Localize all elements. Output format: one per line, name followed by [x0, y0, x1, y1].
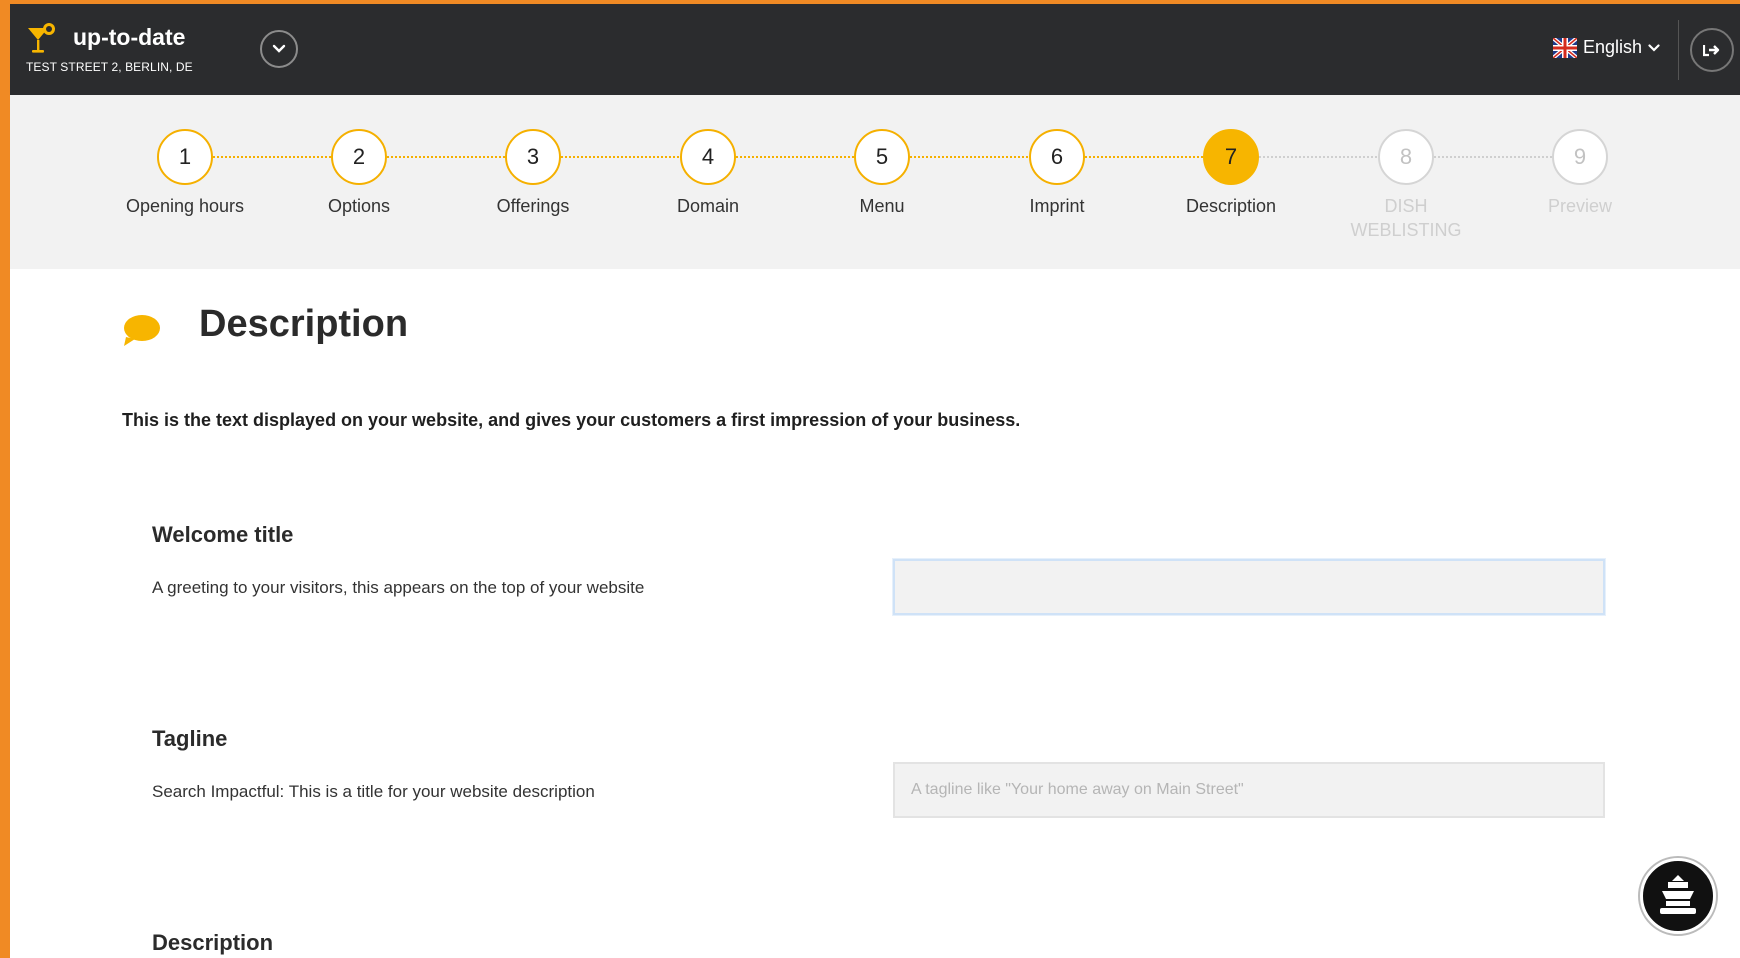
- step-preview: 9 Preview: [1510, 129, 1650, 218]
- page-title: Description: [199, 303, 409, 345]
- support-chat-icon: [1660, 875, 1696, 914]
- tagline-input[interactable]: [893, 762, 1605, 818]
- step-label: Offerings: [496, 196, 570, 216]
- page-intro: This is the text displayed on your websi…: [122, 410, 1021, 430]
- chevron-down-icon: [272, 44, 286, 53]
- step-number: 1: [157, 129, 213, 185]
- step-dish-weblisting: 8 DISH WEBLISTING: [1336, 129, 1476, 242]
- description-heading: Description: [152, 930, 274, 955]
- chevron-down-icon: [1648, 43, 1660, 52]
- business-switcher-button[interactable]: [260, 30, 298, 68]
- uk-flag-icon: [1553, 37, 1577, 58]
- language-selector[interactable]: English: [1553, 37, 1660, 58]
- step-opening-hours[interactable]: 1 Opening hours: [115, 129, 255, 218]
- step-number: 4: [680, 129, 736, 185]
- step-label: DISH WEBLISTING: [1350, 196, 1462, 240]
- tagline-description: Search Impactful: This is a title for yo…: [152, 782, 595, 801]
- step-label: Preview: [1547, 196, 1613, 216]
- speech-bubble-icon: [124, 315, 160, 346]
- step-label: Opening hours: [125, 196, 245, 216]
- step-label: Domain: [676, 196, 740, 216]
- tagline-heading: Tagline: [152, 726, 228, 751]
- business-address: TEST STREET 2, BERLIN, DE: [26, 60, 193, 74]
- step-label: Imprint: [1029, 196, 1085, 216]
- welcome-title-heading: Welcome title: [152, 522, 294, 547]
- step-number: 6: [1029, 129, 1085, 185]
- language-label: English: [1583, 37, 1643, 57]
- step-imprint[interactable]: 6 Imprint: [987, 129, 1127, 218]
- welcome-title-description: A greeting to your visitors, this appear…: [152, 578, 645, 597]
- setup-stepper: 1 Opening hours 2 Options 3 Offerings 4 …: [10, 95, 1740, 269]
- support-chat-button[interactable]: [1640, 858, 1716, 934]
- cocktail-logo-icon[interactable]: [26, 22, 58, 56]
- step-menu[interactable]: 5 Menu: [812, 129, 952, 218]
- step-offerings[interactable]: 3 Offerings: [463, 129, 603, 218]
- logout-button[interactable]: [1690, 28, 1734, 72]
- step-number: 5: [854, 129, 910, 185]
- step-description[interactable]: 7 Description: [1161, 129, 1301, 218]
- step-label: Menu: [859, 196, 905, 216]
- step-domain[interactable]: 4 Domain: [638, 129, 778, 218]
- welcome-title-input[interactable]: [893, 559, 1605, 615]
- step-options[interactable]: 2 Options: [289, 129, 429, 218]
- step-label: Options: [327, 196, 391, 216]
- step-number: 3: [505, 129, 561, 185]
- top-bar: up-to-date TEST STREET 2, BERLIN, DE Eng…: [10, 4, 1740, 95]
- step-number: 9: [1552, 129, 1608, 185]
- step-number: 7: [1203, 129, 1259, 185]
- logout-icon: [1703, 45, 1720, 57]
- step-label: Description: [1185, 196, 1277, 216]
- step-number: 2: [331, 129, 387, 185]
- brand-name: up-to-date: [73, 24, 186, 50]
- step-number: 8: [1378, 129, 1434, 185]
- header-divider: [1678, 20, 1679, 80]
